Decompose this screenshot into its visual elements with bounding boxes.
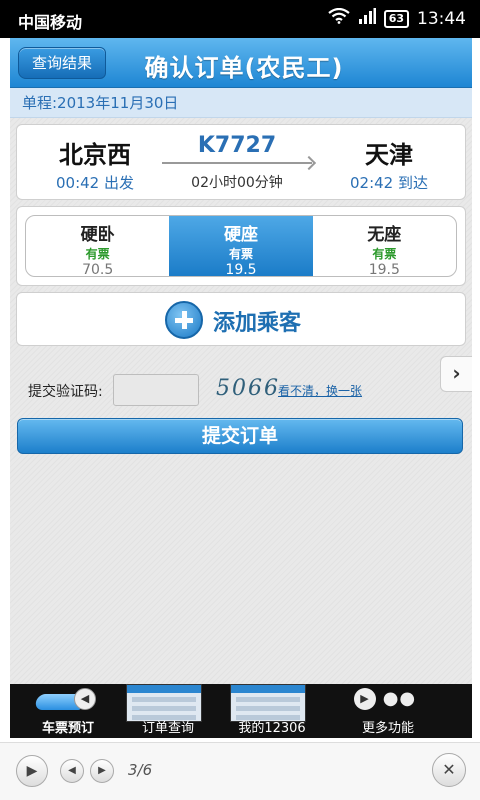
captcha-input[interactable] (113, 374, 199, 406)
prev-icon[interactable]: ◀ (74, 688, 96, 710)
train-info: K7727 02小时00分钟 (162, 133, 312, 192)
back-button[interactable]: 查询结果 (18, 47, 106, 79)
captcha-label: 提交验证码: (28, 384, 103, 400)
close-icon[interactable]: ✕ (432, 753, 466, 787)
seat-option-no-seat[interactable]: 无座 有票 19.5 (313, 216, 456, 276)
clock: 13:44 (417, 8, 466, 29)
captcha-row: 提交验证码: 5066 看不清，换一张 (10, 372, 440, 408)
seat-availability: 有票 (85, 247, 110, 261)
trip-duration: 02小时00分钟 (191, 175, 283, 191)
carrier-label: 中国移动 (18, 13, 83, 32)
chevron-right-icon[interactable]: › (440, 356, 472, 392)
nav-label: 更多功能 (361, 721, 414, 736)
departure-time: 00:42 出发 (56, 174, 134, 192)
bottom-nav: ◀ 车票预订 订单查询 我的12306 ▶ ●● 更多功能 (10, 684, 472, 738)
battery-icon: 63 (383, 9, 409, 28)
seat-name: 无座 (367, 225, 402, 245)
arrival-time: 02:42 到达 (350, 174, 428, 192)
seat-price: 70.5 (82, 262, 114, 277)
play-icon[interactable]: ▶ (16, 755, 48, 787)
captcha-image: 5066 (216, 376, 280, 401)
departure-station-name: 北京西 (59, 141, 131, 169)
status-bar: 中国移动 63 13:44 (0, 0, 480, 38)
captcha-refresh-link[interactable]: 看不清，换一张 (278, 382, 362, 399)
nav-item-ticket-booking[interactable]: ◀ 车票预订 (18, 684, 118, 738)
departure-station: 北京西 00:42 出发 (45, 135, 145, 193)
add-passenger-label: 添加乘客 (213, 311, 302, 336)
page-indicator: 3/6 (128, 761, 153, 779)
nav-item-my-12306[interactable]: 我的12306 (222, 684, 322, 738)
nav-label: 订单查询 (141, 721, 194, 736)
seat-availability: 有票 (372, 247, 397, 261)
app-screen: 查询结果 确认订单(农民工) 单程:2013年11月30日 北京西 00:42 … (10, 38, 472, 738)
page-title: 确认订单(农民工) (144, 54, 344, 82)
trip-card: 北京西 00:42 出发 K7727 02小时00分钟 天津 02:42 到达 (16, 124, 466, 200)
arrival-station: 天津 02:42 到达 (339, 135, 439, 193)
nav-item-more[interactable]: ▶ ●● 更多功能 (338, 684, 438, 738)
prev-icon[interactable]: ◀ (60, 759, 84, 783)
add-passenger-button[interactable]: 添加乘客 (16, 292, 466, 346)
seat-option-hard-seat[interactable]: 硬座 有票 19.5 (169, 216, 313, 277)
train-number: K7727 (197, 133, 277, 158)
nav-item-order-query[interactable]: 订单查询 (118, 684, 218, 738)
journey-date: 单程:2013年11月30日 (10, 88, 472, 118)
seat-option-hard-sleeper[interactable]: 硬卧 有票 70.5 (26, 216, 169, 276)
next-icon[interactable]: ▶ (90, 759, 114, 783)
seat-type-card: 硬卧 有票 70.5 硬座 有票 19.5 无座 有票 19.5 (16, 206, 466, 286)
seat-name: 硬卧 (80, 225, 115, 245)
arrival-station-name: 天津 (365, 141, 413, 169)
seat-type-selector: 硬卧 有票 70.5 硬座 有票 19.5 无座 有票 19.5 (25, 215, 457, 277)
wifi-icon (328, 7, 350, 29)
status-icons: 63 13:44 (328, 7, 466, 29)
submit-order-button[interactable]: 提交订单 (17, 418, 463, 454)
seat-price: 19.5 (368, 262, 400, 277)
seat-name: 硬座 (223, 225, 258, 245)
nav-label: 车票预订 (41, 721, 94, 736)
app-frame: 中国移动 63 13:44 查询结果 确认订单(农民工) 单程:2013年11月… (0, 0, 480, 800)
signal-icon (358, 8, 376, 29)
gallery-toolbar: ▶ ◀ ▶ 3/6 ✕ (0, 742, 480, 800)
plus-icon (165, 301, 203, 339)
title-bar: 查询结果 确认订单(农民工) (10, 38, 472, 88)
more-icon: ▶ ●● (354, 688, 416, 710)
seat-price: 19.5 (225, 262, 257, 277)
nav-label: 我的12306 (238, 721, 306, 736)
arrow-right-icon (162, 162, 312, 164)
seat-availability: 有票 (228, 247, 253, 261)
